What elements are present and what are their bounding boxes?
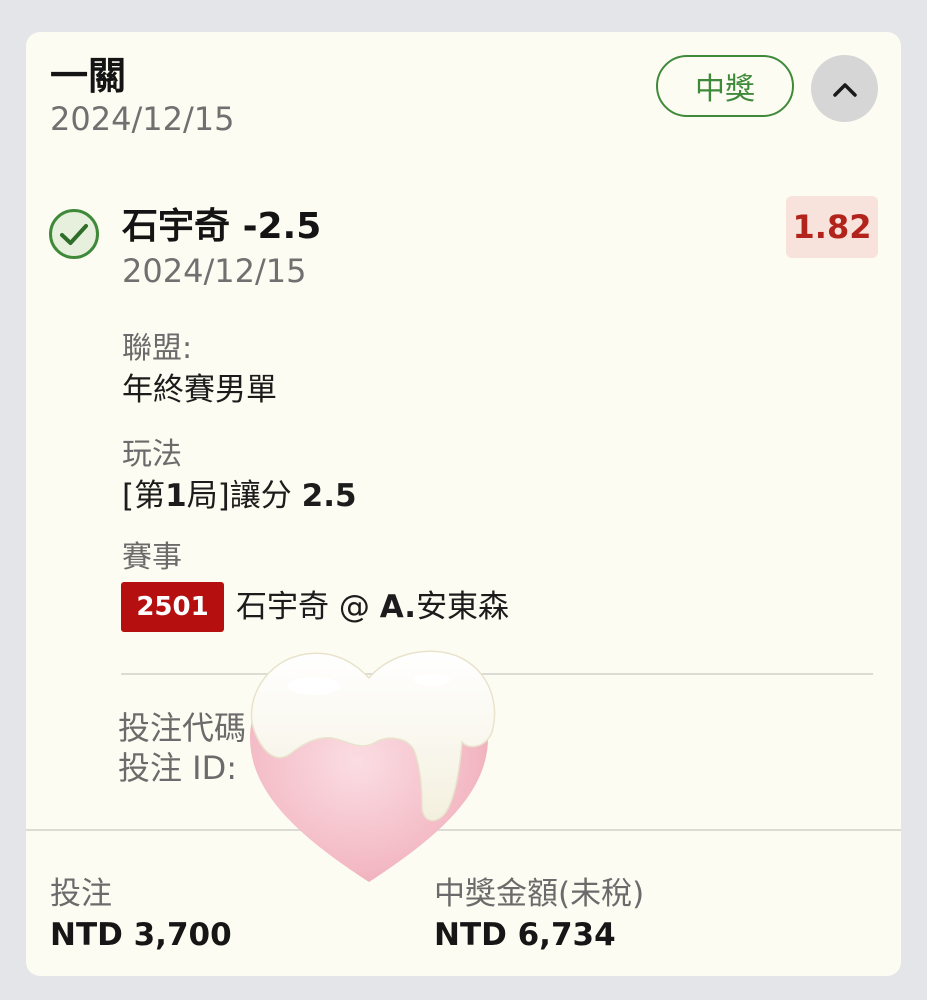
league-value: 年終賽男單	[122, 372, 277, 408]
payout-value: NTD 6,734	[434, 917, 616, 953]
bet-code-label: 投注代碼	[118, 709, 247, 747]
status-badge: 中獎	[656, 55, 794, 117]
event-matchup: 石宇奇 @ A.安東森	[236, 589, 510, 625]
chevron-up-icon	[832, 82, 857, 97]
bet-date: 2024/12/15	[50, 100, 235, 138]
collapse-button[interactable]	[811, 55, 878, 122]
bet-id-label: 投注 ID:	[118, 749, 238, 787]
selection-line: -2.5	[242, 206, 322, 247]
check-circle-icon	[49, 209, 99, 259]
stake-label: 投注	[50, 876, 112, 912]
selection-title: 石宇奇 -2.5	[122, 204, 321, 250]
bet-title: 一關	[50, 54, 127, 98]
event-code-badge: 2501	[121, 582, 224, 632]
selection-date: 2024/12/15	[122, 252, 307, 290]
event-label: 賽事	[122, 540, 182, 575]
bet-type-label: 玩法	[122, 437, 182, 472]
selection-name: 石宇奇	[122, 206, 231, 247]
odds-badge: 1.82	[786, 196, 878, 258]
heart-sticker-icon	[250, 650, 496, 882]
bet-type-value: [第1局]讓分 2.5	[122, 478, 357, 514]
league-label: 聯盟:	[122, 331, 193, 366]
stake-value: NTD 3,700	[50, 917, 232, 953]
